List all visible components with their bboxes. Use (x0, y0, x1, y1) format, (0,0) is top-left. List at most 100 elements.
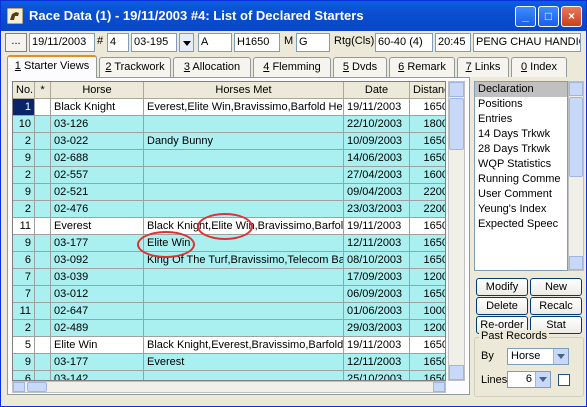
tab-index[interactable]: 0 Index (511, 57, 567, 77)
cell-no[interactable]: 11 (13, 218, 35, 235)
time-field[interactable]: 20:45 (435, 33, 471, 52)
scroll-left-arrow-icon[interactable] (13, 382, 25, 392)
cell-dist[interactable]: 1650 (410, 252, 445, 269)
race-code-field[interactable]: 03-195 (131, 33, 177, 52)
table-row[interactable]: 902-68814/06/20031650N (13, 150, 445, 167)
header-no[interactable]: No. (13, 82, 35, 99)
cell-date[interactable]: 22/10/2003 (344, 116, 410, 133)
date-field[interactable]: 19/11/2003 (29, 33, 95, 52)
header-star[interactable]: * (35, 82, 51, 99)
going-field[interactable]: G (296, 33, 330, 52)
recalc-button[interactable]: Recalc (530, 297, 582, 315)
tab-links[interactable]: 7 Links (457, 57, 509, 77)
cell-met[interactable] (144, 286, 344, 303)
tab-allocation[interactable]: 3 Allocation (173, 57, 251, 77)
cell-horse[interactable]: 02-489 (51, 320, 144, 337)
table-row[interactable]: 1 Black Knight Everest,Elite Win,Bravissim… (13, 99, 445, 116)
cell-no[interactable]: 9 (13, 354, 35, 371)
scroll-up-arrow-icon[interactable] (449, 82, 464, 97)
modify-button[interactable]: Modify (476, 278, 528, 296)
cell-star[interactable] (35, 167, 51, 184)
cell-dist[interactable]: 1650 (410, 133, 445, 150)
delete-button[interactable]: Delete (476, 297, 528, 315)
cell-horse[interactable]: 03-092 (51, 252, 144, 269)
cell-horse[interactable]: 02-476 (51, 201, 144, 218)
header-date[interactable]: Date (344, 82, 410, 99)
cell-star[interactable] (35, 337, 51, 354)
cell-star[interactable] (35, 269, 51, 286)
cell-horse[interactable]: Elite Win (51, 337, 144, 354)
list-item[interactable]: Expected Speec (475, 217, 567, 232)
cell-horse[interactable]: 03-012 (51, 286, 144, 303)
rating-field[interactable]: 60-40 (4) (375, 33, 433, 52)
cell-date[interactable]: 09/04/2003 (344, 184, 410, 201)
cell-date[interactable]: 19/11/2003 (344, 99, 410, 116)
cell-horse[interactable]: 02-688 (51, 150, 144, 167)
cell-horse[interactable]: Black Knight (51, 99, 144, 116)
table-row[interactable]: 703-03917/09/20031200E (13, 269, 445, 286)
listbox-scrollbar[interactable] (568, 81, 584, 271)
header-horse[interactable]: Horse (51, 82, 144, 99)
cell-star[interactable] (35, 286, 51, 303)
scroll-down-arrow-icon[interactable] (449, 365, 464, 380)
cell-met[interactable] (144, 150, 344, 167)
scroll-right-arrow-icon[interactable] (433, 382, 445, 392)
cell-no[interactable]: 2 (13, 320, 35, 337)
cell-date[interactable]: 12/11/2003 (344, 235, 410, 252)
list-item[interactable]: WQP Statistics (475, 157, 567, 172)
cell-met[interactable] (144, 184, 344, 201)
browse-button[interactable]: ... (5, 33, 27, 52)
race-number-field[interactable]: 4 (107, 33, 129, 52)
stepper-arrows-icon[interactable] (535, 372, 550, 387)
title-bar[interactable]: Race Data (1) - 19/11/2003 #4: List of D… (1, 1, 586, 31)
cell-dist[interactable]: 1650 (410, 218, 445, 235)
tab-flemming[interactable]: 4 Flemming (253, 57, 331, 77)
cell-horse[interactable]: 03-126 (51, 116, 144, 133)
table-row[interactable]: 603-14225/10/20031650E (13, 371, 445, 380)
race-dropdown-button[interactable] (179, 33, 194, 52)
cell-no[interactable]: 9 (13, 150, 35, 167)
cell-star[interactable] (35, 133, 51, 150)
tab-starter-views[interactable]: 1 Starter Views (7, 55, 97, 78)
cell-date[interactable]: 17/09/2003 (344, 269, 410, 286)
table-row[interactable]: 202-48929/03/20031200E (13, 320, 445, 337)
list-item[interactable]: Positions (475, 97, 567, 112)
maximize-button[interactable]: □ (538, 6, 559, 27)
cell-horse[interactable]: Everest (51, 218, 144, 235)
cell-star[interactable] (35, 354, 51, 371)
cell-met[interactable] (144, 269, 344, 286)
cell-star[interactable] (35, 116, 51, 133)
cell-date[interactable]: 10/09/2003 (344, 133, 410, 150)
cell-horse[interactable]: 03-177 (51, 235, 144, 252)
table-row[interactable]: 202-55727/04/20031600R (13, 167, 445, 184)
cell-star[interactable] (35, 99, 51, 116)
cell-no[interactable]: 6 (13, 371, 35, 380)
scroll-up-arrow-icon[interactable] (569, 82, 583, 96)
cell-horse[interactable]: 03-142 (51, 371, 144, 380)
lines-checkbox[interactable] (558, 374, 570, 386)
cell-dist[interactable]: 1650 (410, 150, 445, 167)
cell-date[interactable]: 12/11/2003 (344, 354, 410, 371)
cell-horse[interactable]: 03-177 (51, 354, 144, 371)
cell-no[interactable]: 2 (13, 133, 35, 150)
cell-star[interactable] (35, 252, 51, 269)
cell-star[interactable] (35, 371, 51, 380)
cell-met[interactable]: Black Knight,Everest,Bravissimo,Barfold … (144, 337, 344, 354)
cell-dist[interactable]: 2200 (410, 201, 445, 218)
cell-horse[interactable]: 02-521 (51, 184, 144, 201)
list-item[interactable]: Running Comme (475, 172, 567, 187)
cell-no[interactable]: 2 (13, 201, 35, 218)
cell-dist[interactable]: 1650 (410, 99, 445, 116)
cell-dist[interactable]: 1650 (410, 337, 445, 354)
by-select[interactable]: Horse (507, 348, 569, 365)
cell-date[interactable]: 27/04/2003 (344, 167, 410, 184)
cell-dist[interactable]: 1650 (410, 354, 445, 371)
cell-no[interactable]: 10 (13, 116, 35, 133)
table-row[interactable]: 6 03-092 King Of The Turf,Bravissimo,Telec… (13, 252, 445, 269)
distance-code-field[interactable]: H1650 (234, 33, 280, 52)
cell-dist[interactable]: 1650 (410, 235, 445, 252)
cell-star[interactable] (35, 201, 51, 218)
table-row[interactable]: 203-022Dandy Bunny10/09/20031650D (13, 133, 445, 150)
cell-horse[interactable]: 03-022 (51, 133, 144, 150)
cell-horse[interactable]: 02-647 (51, 303, 144, 320)
